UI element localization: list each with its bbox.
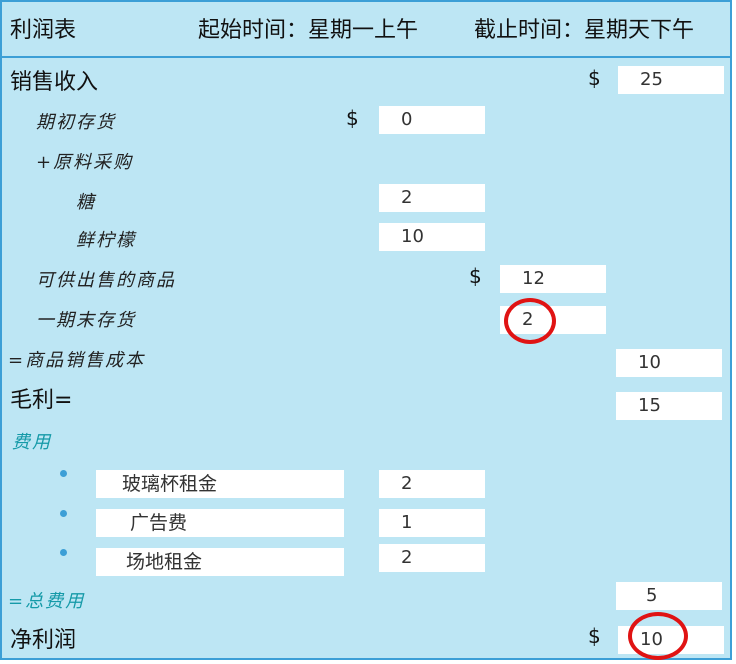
beginning-inventory-label: 期初存货 [36,112,116,133]
bullet-icon [60,549,67,556]
total-expenses-label: =总费用 [8,591,86,612]
net-profit-currency: $ [588,624,601,648]
cogs-label: =商品销售成本 [8,350,146,371]
expense-item-label[interactable]: 场地租金 [96,548,344,576]
purchases-label: +原料采购 [36,152,134,173]
beginning-inventory-currency: $ [346,106,359,130]
expense-item-value[interactable]: 2 [379,470,485,498]
expense-item-label[interactable]: 玻璃杯租金 [96,470,344,498]
bullet-icon [60,470,67,477]
highlight-circle-net-profit [628,612,688,660]
ending-inventory-label: 一期末存货 [36,310,136,331]
gross-profit-label: 毛利= [10,388,73,413]
total-expenses-field[interactable]: 5 [616,582,722,610]
highlight-circle-ending-inventory [504,298,556,344]
expenses-heading: 费用 [12,432,52,453]
lemon-label: 鲜柠檬 [76,230,136,251]
available-goods-currency: $ [469,264,482,288]
net-profit-label: 净利润 [10,628,77,653]
revenue-value-field[interactable]: 25 [618,66,724,94]
revenue-label: 销售收入 [10,70,99,95]
revenue-currency: $ [588,66,601,90]
expense-item-value[interactable]: 1 [379,509,485,537]
header-bar: 利润表 起始时间：星期一上午 截止时间：星期天下午 [2,2,730,58]
bullet-icon [60,510,67,517]
end-time-label: 截止时间：星期天下午 [474,18,695,43]
available-goods-field[interactable]: 12 [500,265,606,293]
beginning-inventory-field[interactable]: 0 [379,106,485,134]
expense-item-value[interactable]: 2 [379,544,485,572]
sugar-label: 糖 [76,192,96,213]
income-statement-sheet: 利润表 起始时间：星期一上午 截止时间：星期天下午 销售收入 $ 25 期初存货… [0,0,732,660]
page-title: 利润表 [10,18,77,43]
start-time-label: 起始时间：星期一上午 [198,18,419,43]
available-goods-label: 可供出售的商品 [36,270,176,291]
sugar-field[interactable]: 2 [379,184,485,212]
cogs-field[interactable]: 10 [616,349,722,377]
gross-profit-field[interactable]: 15 [616,392,722,420]
lemon-field[interactable]: 10 [379,223,485,251]
expense-item-label[interactable]: 广告费 [96,509,344,537]
